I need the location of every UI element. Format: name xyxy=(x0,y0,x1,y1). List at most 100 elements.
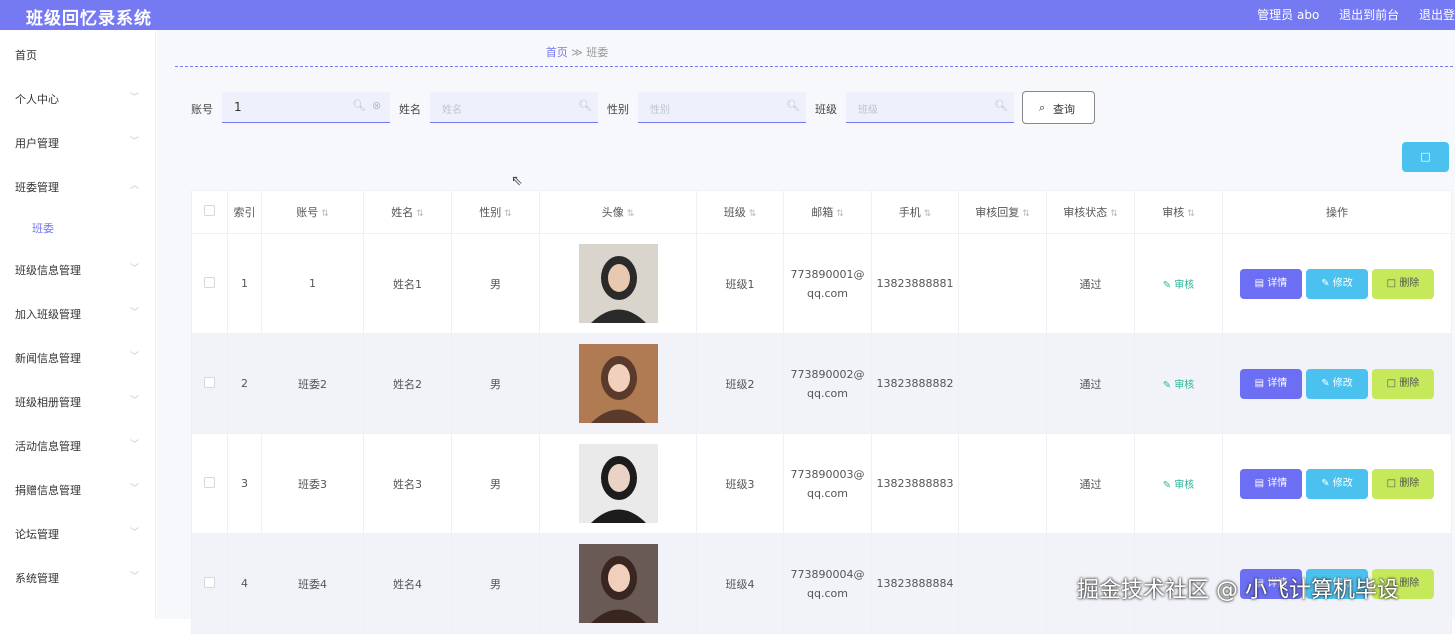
query-button[interactable]: ⌕ 查询 xyxy=(1022,91,1095,124)
avatar[interactable] xyxy=(578,444,658,523)
sort-icon[interactable]: ⇅ xyxy=(627,209,635,219)
sidebar-subitem-committee[interactable]: 班委 xyxy=(0,217,156,237)
cell-review-status: 通过 xyxy=(1046,233,1135,334)
exit-to-front-link[interactable]: 退出到前台 xyxy=(1339,8,1399,22)
sort-icon[interactable]: ⇅ xyxy=(504,209,512,219)
document-icon: ▤ xyxy=(1254,377,1268,389)
sort-icon[interactable]: ⇅ xyxy=(416,209,424,219)
sidebar-item-forum[interactable]: 论坛管理 ﹀ xyxy=(0,523,156,543)
clear-icon[interactable]: ⊗ xyxy=(372,99,381,112)
trash-icon: □ xyxy=(1386,377,1400,389)
col-phone[interactable]: 手机 ⇅ xyxy=(871,190,959,234)
sort-icon[interactable]: ⇅ xyxy=(924,209,932,219)
chevron-down-icon: ﹀ xyxy=(130,572,140,582)
detail-button[interactable]: ▤ 详情 xyxy=(1240,468,1302,499)
row-checkbox[interactable] xyxy=(191,433,228,534)
sidebar-item-user-management[interactable]: 用户管理 ﹀ xyxy=(0,132,156,152)
delete-button[interactable]: □ 删除 xyxy=(1372,368,1434,399)
col-email[interactable]: 邮箱 ⇅ xyxy=(783,190,872,234)
header-links: 管理员 abo 退出到前台 退出登 xyxy=(1241,6,1455,23)
col-account[interactable]: 账号 ⇅ xyxy=(261,190,364,234)
name-search-input[interactable]: 姓名 🔍︎ xyxy=(430,92,598,123)
detail-button[interactable]: ▤ 详情 xyxy=(1240,368,1302,399)
sidebar-item-donation[interactable]: 捐赠信息管理 ﹀ xyxy=(0,479,156,499)
col-class[interactable]: 班级 ⇅ xyxy=(696,190,784,234)
cell-operations: ▤ 详情 ✎ 修改 □ 删除 xyxy=(1222,233,1452,334)
col-gender[interactable]: 性别 ⇅ xyxy=(451,190,540,234)
table-row: 2 班委2 姓名2 男 班级2 773890002@ qq.com 13823888882 通过… xyxy=(191,333,1452,434)
detail-button[interactable]: ▤ 详情 xyxy=(1240,268,1302,299)
delete-button[interactable]: □ 删除 xyxy=(1372,268,1434,299)
select-all-checkbox[interactable] xyxy=(191,190,228,234)
sidebar-item-class-info[interactable]: 班级信息管理 ﹀ xyxy=(0,259,156,279)
admin-user-label: 管理员 abo xyxy=(1257,8,1320,22)
cell-account: 班委3 xyxy=(261,433,364,534)
sort-icon[interactable]: ⇅ xyxy=(1110,209,1118,219)
avatar[interactable] xyxy=(578,244,658,323)
cell-phone: 13823888883 xyxy=(871,433,959,534)
avatar[interactable] xyxy=(578,344,658,423)
sidebar-item-system[interactable]: 系统管理 ﹀ xyxy=(0,567,156,587)
chevron-down-icon: ﹀ xyxy=(130,264,140,274)
edit-button[interactable]: ✎ 修改 xyxy=(1306,468,1368,499)
edit-button[interactable]: ✎ 修改 xyxy=(1306,368,1368,399)
sort-icon[interactable]: ⇅ xyxy=(836,209,844,219)
account-search-input[interactable]: 1 🔍︎ ⊗ xyxy=(222,92,390,123)
search-icon: ⌕ xyxy=(1039,101,1046,114)
row-checkbox[interactable] xyxy=(191,333,228,434)
committee-table: 索引 账号 ⇅ 姓名 ⇅ 性别 ⇅ 头像 ⇅ 班级 ⇅ 邮箱 ⇅ 手机 ⇅ 审核回复 ⇅ 审核状… xyxy=(191,190,1452,634)
edit-pen-icon: ✎ xyxy=(1162,280,1175,291)
sidebar-item-album[interactable]: 班级相册管理 ﹀ xyxy=(0,391,156,411)
cell-name: 姓名3 xyxy=(363,433,452,534)
col-review-status[interactable]: 审核状态 ⇅ xyxy=(1046,190,1135,234)
document-icon: ▤ xyxy=(1254,277,1268,289)
cell-avatar xyxy=(539,233,697,334)
divider xyxy=(175,66,1453,67)
cell-class: 班级1 xyxy=(696,233,784,334)
cell-name: 姓名1 xyxy=(363,233,452,334)
sort-icon[interactable]: ⇅ xyxy=(749,209,757,219)
sidebar-item-news[interactable]: 新闻信息管理 ﹀ xyxy=(0,347,156,367)
review-link[interactable]: ✎ 审核 xyxy=(1163,480,1195,491)
cell-phone: 13823888881 xyxy=(871,233,959,334)
row-checkbox[interactable] xyxy=(191,233,228,334)
cell-review-status: 通过 xyxy=(1046,333,1135,434)
breadcrumb-separator: ≫ xyxy=(571,46,583,59)
col-avatar[interactable]: 头像 ⇅ xyxy=(539,190,697,234)
sidebar-item-personal-center[interactable]: 个人中心 ﹀ xyxy=(0,88,156,108)
class-search-input[interactable]: 班级 🔍︎ xyxy=(846,92,1014,123)
cell-class: 班级2 xyxy=(696,333,784,434)
batch-delete-button[interactable]: □ xyxy=(1402,142,1449,172)
chevron-down-icon: ﹀ xyxy=(130,484,140,494)
sidebar-item-activity[interactable]: 活动信息管理 ﹀ xyxy=(0,435,156,455)
sort-icon[interactable]: ⇅ xyxy=(321,209,329,219)
cell-index: 3 xyxy=(227,433,262,534)
class-label: 班级 xyxy=(815,103,837,116)
review-link[interactable]: ✎ 审核 xyxy=(1163,280,1195,291)
sidebar-item-join-class[interactable]: 加入班级管理 ﹀ xyxy=(0,303,156,323)
breadcrumb-home[interactable]: 首页 xyxy=(546,46,568,59)
edit-pen-icon: ✎ xyxy=(1162,480,1175,491)
col-name[interactable]: 姓名 ⇅ xyxy=(363,190,452,234)
logout-link[interactable]: 退出登 xyxy=(1419,8,1455,22)
edit-pen-icon: ✎ xyxy=(1321,377,1333,389)
sort-icon[interactable]: ⇅ xyxy=(1022,209,1030,219)
delete-button[interactable]: □ 删除 xyxy=(1372,468,1434,499)
col-review[interactable]: 审核 ⇅ xyxy=(1134,190,1223,234)
avatar[interactable] xyxy=(578,544,658,623)
breadcrumb-current: 班委 xyxy=(586,46,609,59)
cell-email: 773890003@ qq.com xyxy=(783,433,872,534)
mouse-pointer-icon: ⇖ xyxy=(511,173,523,189)
chevron-down-icon: ﹀ xyxy=(130,396,140,406)
gender-search-input[interactable]: 性别 🔍︎ xyxy=(638,92,806,123)
sidebar-item-home[interactable]: 首页 xyxy=(0,44,156,64)
cell-review: ✎ 审核 xyxy=(1134,333,1223,434)
cell-gender: 男 xyxy=(451,233,540,334)
col-review-reply[interactable]: 审核回复 ⇅ xyxy=(958,190,1047,234)
edit-button[interactable]: ✎ 修改 xyxy=(1306,268,1368,299)
review-link[interactable]: ✎ 审核 xyxy=(1163,380,1195,391)
sort-icon[interactable]: ⇅ xyxy=(1187,209,1195,219)
sidebar-item-committee-management[interactable]: 班委管理 ︿ xyxy=(0,176,156,196)
app-title: 班级回忆录系统 xyxy=(26,9,152,29)
trash-icon: □ xyxy=(1386,477,1400,489)
